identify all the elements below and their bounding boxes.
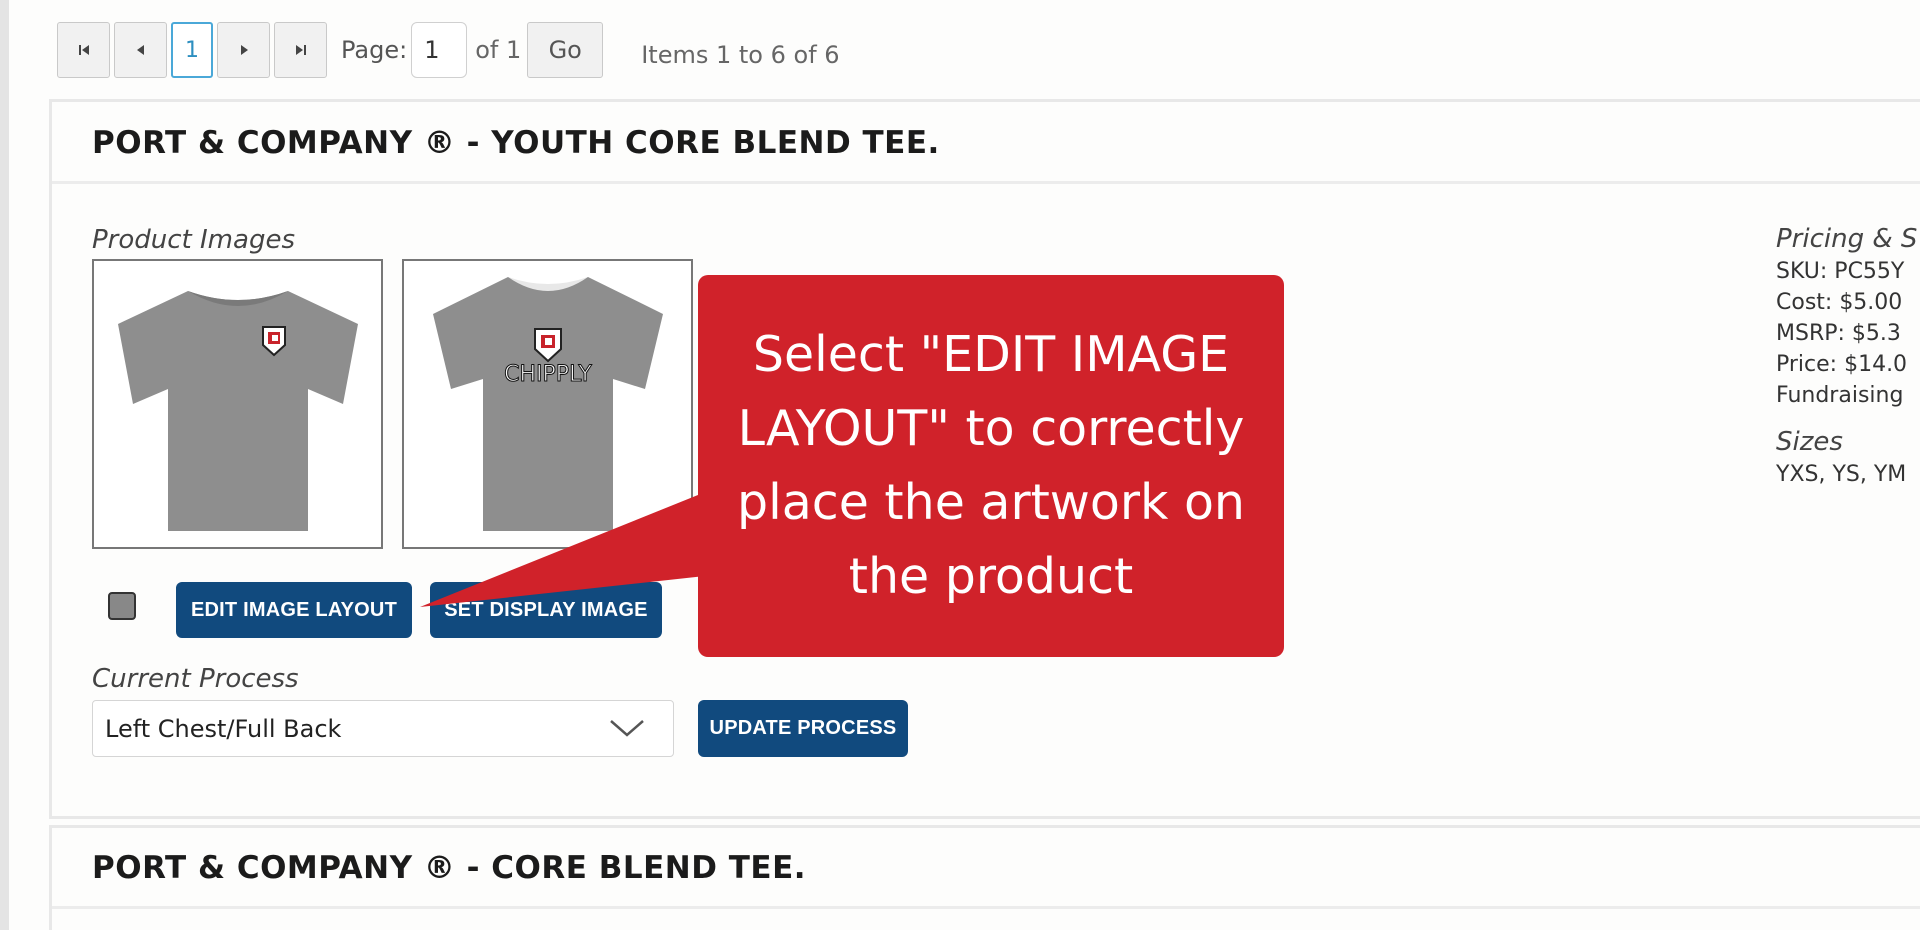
sizes-value: YXS, YS, YM [1776, 462, 1907, 487]
tshirt-image: CHIPPLY [432, 277, 663, 531]
next-page-icon [240, 45, 248, 55]
last-page-button[interactable] [274, 22, 327, 78]
product-title: PORT & COMPANY ® - YOUTH CORE BLEND TEE. [92, 125, 940, 161]
msrp-text: MSRP: $5.3 [1776, 321, 1901, 346]
cost-text: Cost: $5.00 [1776, 290, 1903, 315]
pricing-heading: Pricing & S [1776, 224, 1918, 254]
pricing-panel: Pricing & S SKU: PC55Y Cost: $5.00 MSRP:… [1776, 222, 1917, 490]
current-process-label: Current Process [92, 664, 299, 694]
divider [52, 906, 1920, 909]
update-process-button[interactable]: UPDATE PROCESS [698, 700, 908, 757]
product-card: PORT & COMPANY ® - CORE BLEND TEE. [49, 825, 1920, 930]
process-select-value: Left Chest/Full Back [105, 714, 342, 743]
page-count-label: of 1 [475, 36, 522, 64]
edit-image-layout-button[interactable]: EDIT IMAGE LAYOUT [176, 582, 412, 638]
page-number-input[interactable] [411, 22, 468, 78]
prev-page-icon [136, 45, 144, 55]
product-image-back[interactable]: CHIPPLY [402, 259, 693, 549]
select-product-checkbox[interactable] [108, 592, 136, 620]
shirt-logo-text: CHIPPLY [504, 362, 592, 387]
price-text: Price: $14.0 [1776, 352, 1908, 377]
process-select[interactable]: Left Chest/Full Back [92, 700, 674, 757]
first-page-icon [78, 45, 89, 55]
items-info: Items 1 to 6 of 6 [641, 41, 840, 69]
set-display-image-button[interactable]: SET DISPLAY IMAGE [430, 582, 662, 638]
pager: 1 Page: of 1 Go Items 1 to 6 of 6 [57, 22, 840, 78]
callout-text: Select "EDIT IMAGE LAYOUT" to correctly … [737, 326, 1245, 605]
last-page-icon [295, 45, 306, 55]
sku-text: SKU: PC55Y [1776, 259, 1905, 284]
page-label: Page: [341, 36, 408, 64]
current-page-button[interactable]: 1 [171, 22, 213, 78]
chevron-down-icon [610, 720, 644, 737]
product-image-front[interactable] [92, 259, 383, 549]
product-title: PORT & COMPANY ® - CORE BLEND TEE. [92, 850, 807, 886]
instruction-callout: Select "EDIT IMAGE LAYOUT" to correctly … [698, 275, 1284, 657]
sizes-label: Sizes [1776, 427, 1843, 457]
next-page-button[interactable] [217, 22, 270, 78]
prev-page-button[interactable] [114, 22, 167, 78]
first-page-button[interactable] [57, 22, 110, 78]
fundraising-text: Fundraising [1776, 383, 1904, 408]
product-images-label: Product Images [92, 225, 295, 255]
go-button[interactable]: Go [527, 22, 604, 78]
divider [52, 181, 1920, 184]
tshirt-image [117, 291, 358, 531]
left-rail [0, 0, 9, 930]
